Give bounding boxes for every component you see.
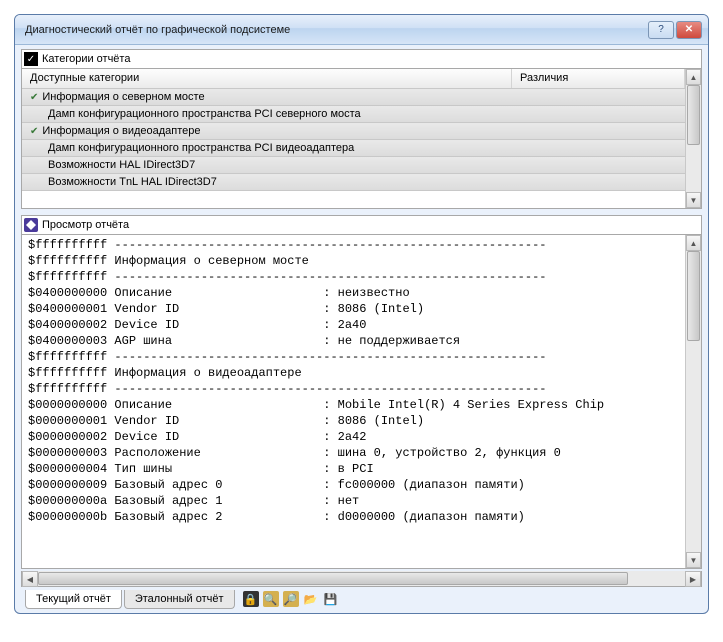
scroll-thumb[interactable]: [687, 251, 700, 341]
report-panel: $ffffffffff ----------------------------…: [21, 235, 702, 569]
category-row[interactable]: ✔ Информация о видеоадаптере: [22, 123, 685, 140]
dialog-window: Диагностический отчёт по графической под…: [14, 14, 709, 614]
scroll-left-icon[interactable]: ◀: [22, 571, 38, 587]
help-button[interactable]: ?: [648, 21, 674, 39]
save-icon[interactable]: 💾: [323, 591, 339, 607]
check-icon: ✔: [30, 92, 38, 103]
viewer-header: Просмотр отчёта: [21, 215, 702, 235]
category-label: Информация о видеоадаптере: [42, 125, 200, 137]
report-scrollbar-v[interactable]: ▲ ▼: [685, 235, 701, 568]
toolbar-icons: 🔒 🔍 🔎 📂 💾: [243, 591, 339, 607]
col-diff[interactable]: Различия: [512, 69, 685, 88]
check-icon: ✔: [30, 126, 38, 137]
category-label: Дамп конфигурационного пространства PCI …: [48, 108, 361, 120]
category-row[interactable]: Возможности HAL IDirect3D7: [22, 157, 685, 174]
compare-icon[interactable]: 🔎: [283, 591, 299, 607]
col-available[interactable]: Доступные категории: [22, 69, 512, 88]
category-row[interactable]: Дамп конфигурационного пространства PCI …: [22, 140, 685, 157]
scroll-thumb[interactable]: [687, 85, 700, 145]
tab-reference[interactable]: Эталонный отчёт: [124, 590, 235, 609]
window-title: Диагностический отчёт по графической под…: [21, 24, 648, 36]
categories-panel: Доступные категории Различия ✔ Информация…: [21, 69, 702, 209]
scroll-right-icon[interactable]: ▶: [685, 571, 701, 587]
find-icon[interactable]: 🔍: [263, 591, 279, 607]
category-label: Возможности TnL HAL IDirect3D7: [48, 176, 217, 188]
category-row[interactable]: ✔ Информация о северном мосте: [22, 89, 685, 106]
lock-icon[interactable]: 🔒: [243, 591, 259, 607]
categories-title: Категории отчёта: [42, 53, 130, 65]
checkbox-icon[interactable]: ✓: [24, 52, 38, 66]
category-row[interactable]: Дамп конфигурационного пространства PCI …: [22, 106, 685, 123]
category-label: Возможности HAL IDirect3D7: [48, 159, 195, 171]
tab-bar: Текущий отчёт Эталонный отчёт 🔒 🔍 🔎 📂 💾: [21, 587, 702, 611]
categories-scrollbar[interactable]: ▲ ▼: [685, 69, 701, 208]
scroll-down-icon[interactable]: ▼: [686, 192, 701, 208]
categories-body: Доступные категории Различия ✔ Информация…: [22, 69, 685, 208]
categories-header: ✓ Категории отчёта: [21, 49, 702, 69]
category-label: Дамп конфигурационного пространства PCI …: [48, 142, 354, 154]
open-icon[interactable]: 📂: [303, 591, 319, 607]
scroll-down-icon[interactable]: ▼: [686, 552, 701, 568]
scroll-up-icon[interactable]: ▲: [686, 69, 701, 85]
scroll-track[interactable]: [686, 85, 701, 192]
scroll-track[interactable]: [686, 251, 701, 552]
category-row[interactable]: Возможности TnL HAL IDirect3D7: [22, 174, 685, 191]
titlebar-buttons: ? ✕: [648, 21, 702, 39]
report-scrollbar-h[interactable]: ◀ ▶: [21, 571, 702, 587]
category-label: Информация о северном мосте: [42, 91, 204, 103]
categories-column-headers: Доступные категории Различия: [22, 69, 685, 89]
scroll-thumb-h[interactable]: [38, 572, 628, 585]
tab-current[interactable]: Текущий отчёт: [25, 590, 122, 609]
report-text[interactable]: $ffffffffff ----------------------------…: [22, 235, 685, 568]
titlebar[interactable]: Диагностический отчёт по графической под…: [15, 15, 708, 45]
close-button[interactable]: ✕: [676, 21, 702, 39]
diamond-icon: [24, 218, 38, 232]
scroll-track-h[interactable]: [38, 571, 685, 586]
categories-rows: ✔ Информация о северном мосте Дамп конфигу…: [22, 89, 685, 208]
content-area: ✓ Категории отчёта Доступные категории Р…: [15, 45, 708, 613]
scroll-up-icon[interactable]: ▲: [686, 235, 701, 251]
viewer-title: Просмотр отчёта: [42, 219, 129, 231]
